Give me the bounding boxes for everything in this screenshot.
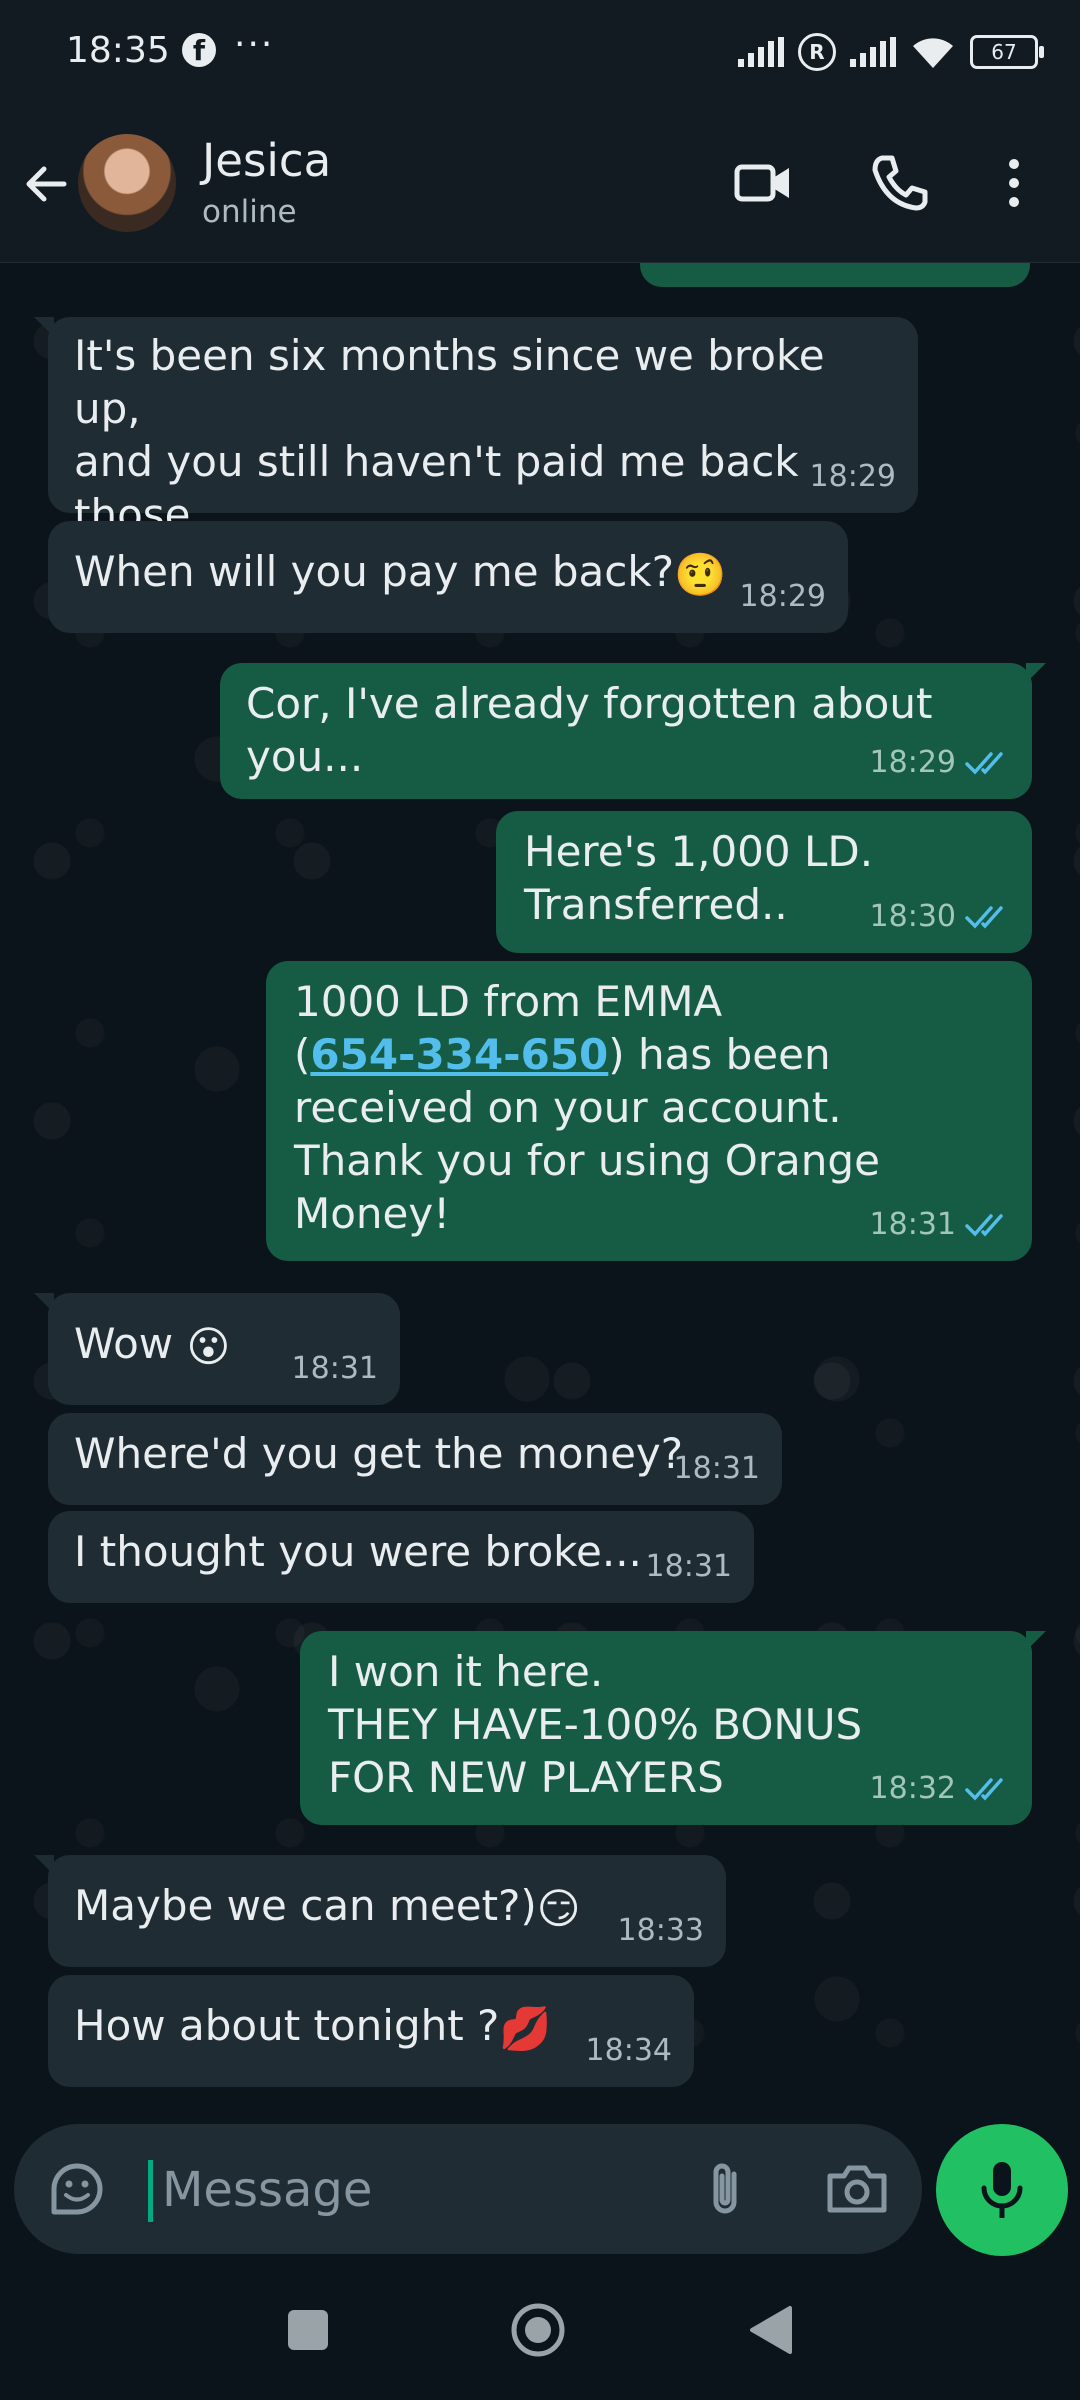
voice-record-button[interactable] <box>936 2124 1068 2256</box>
message-text: I thought you were broke... <box>74 1527 642 1576</box>
status-indicators: R 67 <box>738 30 1044 74</box>
read-receipt-icon <box>965 751 1003 775</box>
contact-status: online <box>202 194 297 230</box>
message-bubble-incoming[interactable]: Maybe we can meet?)😏 18:33 <box>34 1855 726 1967</box>
message-time: 18:32 <box>870 1762 1010 1815</box>
message-time: 18:29 <box>739 579 826 614</box>
message-time: 18:34 <box>585 2033 672 2068</box>
voice-call-icon[interactable] <box>866 150 932 216</box>
message-time: 18:31 <box>645 1549 732 1584</box>
message-text: When will you pay me back? <box>74 547 674 596</box>
message-text: Wow <box>74 1319 187 1368</box>
message-time: 18:31 <box>291 1351 378 1386</box>
smirk-emoji: 😏 <box>536 1884 581 1933</box>
message-time: 18:29 <box>809 459 896 494</box>
message-input[interactable] <box>160 2154 684 2226</box>
message-bubble-incoming[interactable]: Where'd you get the money? 18:31 <box>48 1413 782 1505</box>
message-bubble-incoming[interactable]: Wow 😮 18:31 <box>34 1293 400 1405</box>
read-receipt-icon <box>965 905 1003 929</box>
message-time: 18:30 <box>870 890 1010 943</box>
message-bubble-outgoing[interactable]: Cor, I've already forgotten about you...… <box>220 663 1046 799</box>
wifi-icon <box>913 38 953 68</box>
message-composer <box>14 2124 922 2254</box>
home-button[interactable] <box>510 2302 566 2358</box>
contact-name[interactable]: Jesica <box>202 134 331 187</box>
message-time: 18:31 <box>870 1198 1010 1251</box>
more-notifications-icon: ··· <box>234 24 275 65</box>
status-time: 18:35 <box>66 30 170 71</box>
message-text: Where'd you get the money? <box>74 1429 684 1478</box>
chat-area[interactable]: It's been six months since we broke up, … <box>0 263 1080 2130</box>
attach-icon[interactable] <box>694 2156 760 2222</box>
camera-icon[interactable] <box>822 2156 892 2222</box>
facebook-icon: f <box>182 33 216 67</box>
microphone-icon <box>981 2162 1023 2218</box>
surprised-emoji: 😮 <box>186 1322 231 1371</box>
message-bubble-outgoing-partial[interactable] <box>640 263 1030 287</box>
message-text: Maybe we can meet?) <box>74 1881 537 1930</box>
message-bubble-outgoing[interactable]: Here's 1,000 LD. Transferred.. 18:30 <box>496 811 1032 953</box>
message-bubble-outgoing[interactable]: 1000 LD from EMMA (654-334-650) has been… <box>266 961 1032 1261</box>
phone-number-link[interactable]: 654-334-650 <box>310 1030 608 1079</box>
read-receipt-icon <box>965 1777 1003 1801</box>
back-button[interactable] <box>746 2304 796 2356</box>
battery-level: 67 <box>991 40 1017 64</box>
message-bubble-outgoing[interactable]: I won it here. THEY HAVE-100% BONUS FOR … <box>300 1631 1046 1825</box>
video-call-icon[interactable] <box>730 150 796 216</box>
text-cursor <box>148 2160 153 2222</box>
kiss-mark-emoji: 💋 <box>499 2004 552 2053</box>
chat-header: Jesica online <box>0 104 1080 263</box>
message-time: 18:31 <box>673 1451 760 1486</box>
raised-eyebrow-emoji: 🤨 <box>674 550 727 599</box>
battery-icon: 67 <box>970 35 1044 69</box>
message-bubble-incoming[interactable]: I thought you were broke... 18:31 <box>48 1511 754 1603</box>
read-receipt-icon <box>965 1213 1003 1237</box>
more-options-icon[interactable] <box>986 150 1042 216</box>
message-time: 18:29 <box>870 736 1010 789</box>
contact-avatar[interactable] <box>78 134 176 232</box>
roaming-icon: R <box>798 33 836 71</box>
message-bubble-incoming[interactable]: It's been six months since we broke up, … <box>34 317 918 592</box>
signal-icon <box>738 37 784 67</box>
back-arrow-icon[interactable] <box>18 156 74 212</box>
status-bar: 18:35 f ··· R 67 <box>0 0 1080 104</box>
sticker-emoji-icon[interactable] <box>44 2156 110 2222</box>
system-navigation-bar <box>0 2266 1080 2400</box>
message-time: 18:33 <box>617 1913 704 1948</box>
message-bubble-incoming[interactable]: How about tonight ?💋 18:34 <box>48 1975 694 2087</box>
signal-icon <box>850 37 896 67</box>
message-text: How about tonight ? <box>74 2001 500 2050</box>
recents-button[interactable] <box>288 2310 328 2350</box>
message-bubble-incoming[interactable]: When will you pay me back?🤨 18:29 <box>48 521 848 633</box>
